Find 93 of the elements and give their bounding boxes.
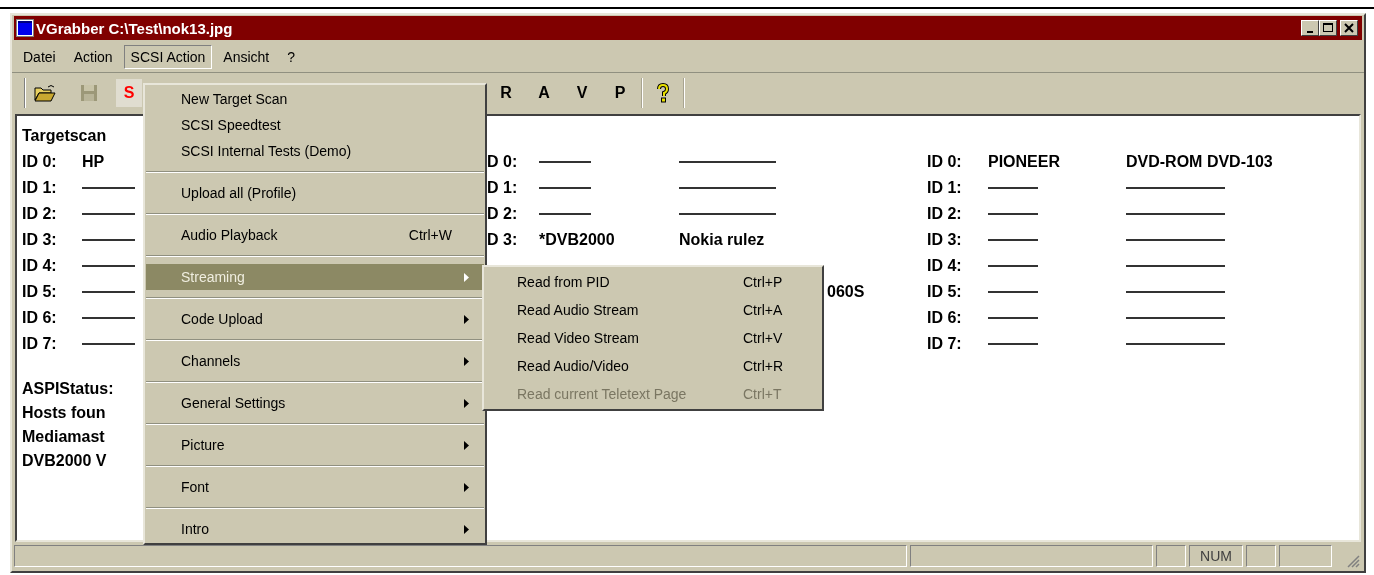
menu-entry[interactable]: General Settings	[146, 390, 484, 416]
menu-entry[interactable]: Upload all (Profile)	[146, 180, 484, 206]
menu-entry[interactable]: Read from PID Ctrl+P	[484, 268, 822, 296]
device-name: Nokia rulez	[679, 230, 765, 250]
device-id: ID 2:	[927, 204, 963, 224]
status-line: DVB2000 V	[22, 451, 107, 471]
status-line: Hosts foun	[22, 403, 106, 423]
device-id: ID 1:	[22, 178, 58, 198]
close-button[interactable]	[1340, 20, 1358, 36]
shortcut-label: Ctrl+T	[743, 384, 782, 404]
dash-line	[988, 239, 1038, 241]
dash-line	[82, 187, 135, 189]
maximize-icon	[1323, 23, 1333, 33]
shortcut-label: Ctrl+R	[743, 356, 784, 376]
shortcut-label: Ctrl+W	[408, 225, 452, 245]
window-title: VGrabber C:\Test\nok13.jpg	[36, 20, 233, 36]
dash-line	[82, 213, 135, 215]
device-id: ID 6:	[22, 308, 58, 328]
status-line: Mediamast	[22, 427, 105, 447]
dash-line	[988, 343, 1038, 345]
menu-entry[interactable]: SCSI Internal Tests (Demo)	[146, 138, 484, 164]
device-name: HP	[82, 152, 105, 172]
question-mark-icon	[656, 82, 670, 103]
device-name: DVD-ROM DVD-103	[1126, 152, 1273, 172]
menu-entry[interactable]: Audio Playback Ctrl+W	[146, 222, 484, 248]
device-id: ID 2:	[22, 204, 58, 224]
device-id: ID 5:	[927, 282, 963, 302]
toolbar-button[interactable]: P	[601, 77, 639, 108]
menu-item[interactable]: Ansicht	[216, 45, 277, 69]
device-name: PIONEER	[988, 152, 1060, 172]
dash-line	[988, 291, 1038, 293]
menu-item[interactable]: ?	[280, 45, 303, 69]
menu-entry[interactable]: Font	[146, 474, 484, 500]
status-indicator: NUM	[1200, 549, 1232, 563]
shortcut-label: Ctrl+V	[743, 328, 783, 348]
dash-line	[82, 343, 135, 345]
toolbar-button[interactable]: V	[563, 77, 601, 108]
device-id: ID 6:	[927, 308, 963, 328]
shortcut-label: Ctrl+A	[743, 300, 783, 320]
menu-item[interactable]: Datei	[16, 45, 63, 69]
device-id: ID 1:	[927, 178, 963, 198]
dash-line	[82, 265, 135, 267]
menu-entry[interactable]: Code Upload	[146, 306, 484, 332]
device-id: D 3:	[487, 230, 519, 250]
device-id: ID 5:	[22, 282, 58, 302]
menu-entry[interactable]: Read Audio/Video Ctrl+R	[484, 352, 822, 380]
dash-line	[539, 161, 591, 163]
status-pane	[1279, 545, 1332, 567]
resize-grip-icon[interactable]	[1346, 554, 1360, 568]
minimize-button[interactable]	[1301, 20, 1319, 36]
maximize-button[interactable]	[1319, 20, 1337, 36]
close-icon	[1344, 23, 1354, 33]
device-id: D 0:	[487, 152, 519, 172]
dash-line	[82, 317, 135, 319]
device-id: ID 3:	[927, 230, 963, 250]
device-id: ID 4:	[22, 256, 58, 276]
folder-icon	[34, 83, 56, 102]
device-name: *DVB2000	[539, 230, 615, 250]
dash-line	[539, 187, 591, 189]
menu-item[interactable]: SCSI Action	[123, 45, 213, 69]
dash-line	[539, 213, 591, 215]
scan-heading: Targetscan	[22, 126, 107, 146]
device-id: ID 4:	[927, 256, 963, 276]
app-icon	[16, 19, 34, 37]
device-id: ID 7:	[22, 334, 58, 354]
menu-entry[interactable]: Channels	[146, 348, 484, 374]
dash-line	[988, 187, 1038, 189]
menu-entry[interactable]: Read Audio Stream Ctrl+A	[484, 296, 822, 324]
status-pane	[1156, 545, 1186, 567]
minimize-icon	[1307, 30, 1313, 33]
device-name: 060S	[827, 283, 865, 300]
device-id: ID 7:	[927, 334, 963, 354]
status-pane	[1246, 545, 1276, 567]
menu-item[interactable]: Action	[66, 45, 120, 69]
dash-line	[82, 291, 135, 293]
device-id: ID 0:	[927, 152, 963, 172]
menu-entry[interactable]: Intro	[146, 516, 484, 542]
menu-entry[interactable]: New Target Scan	[146, 86, 484, 112]
device-id: D 1:	[487, 178, 519, 198]
device-id: ID 0:	[22, 152, 58, 172]
menu-entry[interactable]: SCSI Speedtest	[146, 112, 484, 138]
menu-entry[interactable]: Picture	[146, 432, 484, 458]
status-line: ASPIStatus:	[22, 379, 114, 399]
dash-line	[988, 213, 1038, 215]
device-id: D 2:	[487, 204, 519, 224]
dash-line	[988, 265, 1038, 267]
device-id: ID 3:	[22, 230, 58, 250]
menu-entry[interactable]: Read Video Stream Ctrl+V	[484, 324, 822, 352]
dash-line	[988, 317, 1038, 319]
toolbar-button[interactable]: R	[487, 77, 525, 108]
dash-line	[82, 239, 135, 241]
toolbar-button[interactable]: A	[525, 77, 563, 108]
shortcut-label: Ctrl+P	[743, 272, 783, 292]
